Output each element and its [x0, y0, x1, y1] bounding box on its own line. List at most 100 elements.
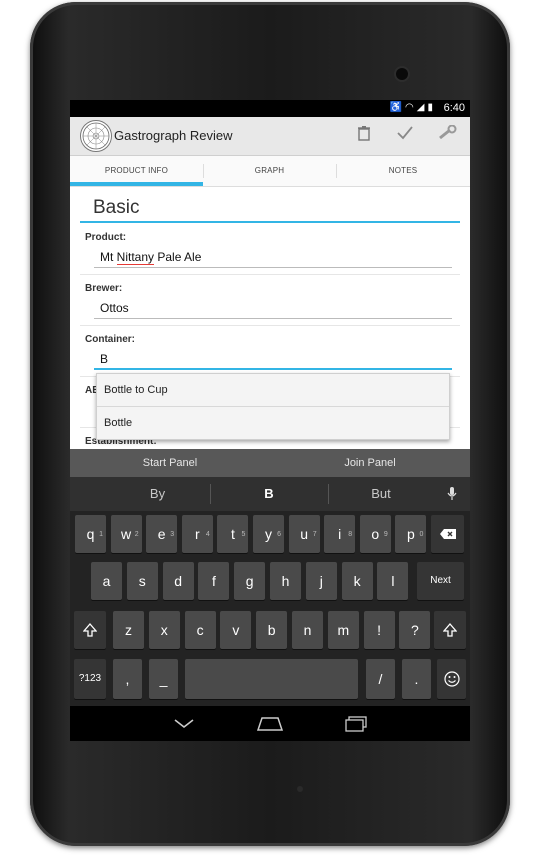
join-panel-button[interactable]: Join Panel	[270, 449, 470, 477]
key-b[interactable]: b	[256, 611, 288, 649]
key-label: m	[337, 622, 350, 638]
tab-product-info[interactable]: PRODUCT INFO	[70, 156, 203, 186]
row-divider	[80, 325, 460, 326]
tab-bar: PRODUCT INFO GRAPH NOTES	[70, 156, 470, 187]
key-e[interactable]: e3	[146, 515, 178, 553]
key-x[interactable]: x	[148, 611, 180, 649]
key-t[interactable]: t5	[217, 515, 249, 553]
autocomplete-option[interactable]: Bottle	[97, 407, 449, 439]
key-label: ?	[410, 622, 419, 638]
gastrograph-logo-icon[interactable]	[80, 120, 112, 152]
accessibility-icon: ♿	[389, 102, 406, 113]
key-z[interactable]: z	[113, 611, 144, 649]
trash-icon[interactable]	[353, 125, 375, 147]
key-label: w	[121, 526, 132, 542]
row-divider	[80, 274, 460, 275]
suggestion-center[interactable]: B	[210, 477, 328, 511]
tab-notes[interactable]: NOTES	[336, 156, 470, 186]
section-title: Basic	[93, 197, 140, 218]
container-input[interactable]: B	[100, 352, 108, 366]
start-panel-button[interactable]: Start Panel	[70, 449, 270, 477]
suggestion-left[interactable]: By	[90, 477, 225, 511]
brewer-input-underline	[94, 318, 452, 319]
product-label: Product:	[85, 232, 127, 243]
suggestion-right[interactable]: But	[328, 477, 434, 511]
key-label: a	[102, 573, 111, 589]
product-input[interactable]: Mt Nittany Pale Ale	[100, 250, 201, 265]
key-label: v	[232, 622, 240, 638]
key-label: x	[160, 622, 168, 638]
period-key[interactable]: .	[402, 659, 431, 699]
backspace-key[interactable]	[431, 515, 464, 553]
key-u[interactable]: u7	[288, 515, 320, 553]
key-label: l	[391, 573, 395, 589]
symbols-key[interactable]: ?123	[74, 659, 106, 699]
key-label: h	[281, 573, 290, 589]
key-number-hint: 8	[348, 531, 353, 538]
underscore-key[interactable]: _	[149, 659, 178, 699]
key-i[interactable]: i8	[324, 515, 356, 553]
key-number-hint: 7	[312, 531, 317, 538]
back-icon[interactable]	[166, 712, 202, 736]
key-label: p	[406, 526, 415, 542]
app-title: Gastrograph Review	[114, 128, 233, 143]
key-label: t	[230, 526, 235, 542]
soft-keyboard: By B But Next ?123 , _ / . q 1 w 2 e 3 r…	[70, 477, 470, 706]
key-g[interactable]: g	[234, 562, 266, 600]
brewer-input[interactable]: Ottos	[100, 301, 129, 315]
key-a[interactable]: a	[91, 562, 122, 600]
key-r[interactable]: r4	[181, 515, 213, 553]
emoji-icon[interactable]	[437, 659, 466, 699]
product-value-misspelled: Nittany	[116, 250, 155, 265]
tab-graph[interactable]: GRAPH	[203, 156, 336, 186]
brewer-label: Brewer:	[85, 283, 123, 294]
key-c[interactable]: c	[184, 611, 216, 649]
key-w[interactable]: w2	[110, 515, 142, 553]
key-p[interactable]: p0	[395, 515, 427, 553]
recents-icon[interactable]	[338, 712, 374, 736]
check-icon[interactable]	[394, 125, 416, 147]
key-number-hint: 4	[205, 531, 210, 538]
panel-bar: Start Panel Join Panel	[70, 449, 470, 477]
slash-key[interactable]: /	[366, 659, 395, 699]
key-j[interactable]: j	[305, 562, 337, 600]
wrench-icon[interactable]	[436, 124, 458, 147]
key-h[interactable]: h	[270, 562, 301, 600]
key-label: i	[338, 526, 342, 542]
shift-left-key[interactable]	[74, 611, 106, 649]
key-l[interactable]: l	[377, 562, 409, 600]
key-m[interactable]: m	[327, 611, 359, 649]
signal-icon: ◢	[416, 102, 428, 113]
key-label: k	[353, 573, 361, 589]
key-label: e	[157, 526, 166, 542]
next-key[interactable]: Next	[417, 562, 464, 600]
key-question[interactable]: ?	[399, 611, 431, 649]
key-f[interactable]: f	[198, 562, 230, 600]
key-label: b	[267, 622, 276, 638]
battery-icon: ▮	[427, 102, 436, 113]
key-v[interactable]: v	[220, 611, 252, 649]
key-k[interactable]: k	[341, 562, 373, 600]
space-key[interactable]	[185, 659, 358, 699]
key-n[interactable]: n	[292, 611, 323, 649]
key-q[interactable]: q1	[75, 515, 106, 553]
comma-key[interactable]: ,	[113, 659, 142, 699]
navigation-bar	[70, 706, 470, 741]
key-s[interactable]: s	[126, 562, 158, 600]
key-label: g	[245, 573, 254, 589]
key-d[interactable]: d	[162, 562, 194, 600]
shift-right-key[interactable]	[434, 611, 466, 649]
autocomplete-option[interactable]: Bottle to Cup	[97, 374, 449, 406]
product-input-underline	[94, 267, 452, 268]
key-label: d	[174, 573, 182, 589]
key-number-hint: 2	[134, 531, 139, 538]
key-number-hint: 3	[170, 531, 175, 538]
key-o[interactable]: o9	[359, 515, 391, 553]
key-exclamation[interactable]: !	[363, 611, 395, 649]
key-number-hint: 6	[277, 531, 281, 538]
microphone-icon[interactable]	[434, 477, 470, 511]
home-icon[interactable]	[252, 712, 288, 736]
key-y[interactable]: y6	[253, 515, 284, 553]
key-number-hint: 5	[241, 531, 246, 538]
status-time: 6:40	[443, 102, 465, 114]
